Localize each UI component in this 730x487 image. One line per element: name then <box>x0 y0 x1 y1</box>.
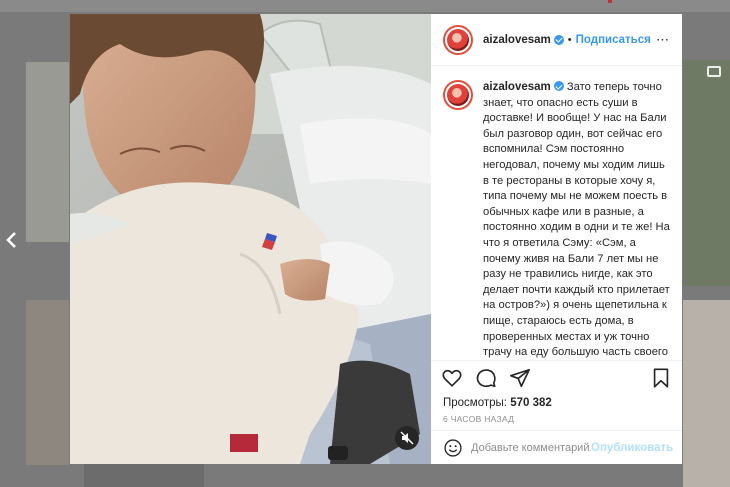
feed-thumbnail[interactable] <box>683 300 730 487</box>
comment-form: Опубликовать <box>431 430 682 464</box>
paper-plane-icon[interactable] <box>509 367 531 389</box>
username-link[interactable]: aizalovesam <box>483 34 551 46</box>
chevron-left-icon[interactable] <box>4 231 18 249</box>
post-modal: aizalovesam • Подписаться ⋯ aizalovesam … <box>70 14 682 464</box>
background-header <box>0 0 730 12</box>
caption-text: Зато теперь точно знает, что опасно есть… <box>483 81 670 359</box>
notification-marker <box>608 0 612 3</box>
post-video[interactable] <box>70 14 431 464</box>
post-panel: aizalovesam • Подписаться ⋯ aizalovesam … <box>431 14 682 464</box>
video-camera-icon <box>707 66 721 77</box>
post-timestamp[interactable]: 6 ЧАСОВ НАЗАД <box>431 412 682 430</box>
verified-badge-icon <box>553 81 564 91</box>
feed-thumbnail[interactable] <box>84 463 204 487</box>
post-header: aizalovesam • Подписаться ⋯ <box>431 14 682 66</box>
views-label: Просмотры: <box>443 397 507 409</box>
mute-button[interactable] <box>395 426 419 450</box>
separator-dot: • <box>567 33 572 46</box>
caption-username-link[interactable]: aizalovesam <box>483 81 551 93</box>
action-bar <box>431 360 682 394</box>
comment-icon[interactable] <box>475 367 497 389</box>
feed-thumbnail[interactable] <box>26 62 69 242</box>
feed-thumbnail[interactable] <box>26 300 69 465</box>
smiley-icon[interactable] <box>443 438 463 458</box>
views-counter[interactable]: Просмотры: 570 382 <box>431 394 682 412</box>
caption-area: aizalovesam Зато теперь точно знает, что… <box>431 66 682 360</box>
speaker-muted-icon <box>400 431 414 445</box>
publish-button[interactable]: Опубликовать <box>591 442 673 454</box>
more-options-icon[interactable]: ⋯ <box>656 32 670 48</box>
views-count: 570 382 <box>510 397 552 409</box>
video-frame <box>70 14 431 464</box>
verified-badge-icon <box>553 34 564 45</box>
follow-button[interactable]: Подписаться <box>576 34 651 46</box>
bookmark-icon[interactable] <box>650 367 672 389</box>
heart-icon[interactable] <box>441 367 463 389</box>
avatar[interactable] <box>443 80 473 110</box>
avatar[interactable] <box>443 24 473 55</box>
caption: aizalovesam Зато теперь точно знает, что… <box>483 80 670 360</box>
comment-input[interactable] <box>471 441 591 454</box>
feed-thumbnail[interactable] <box>683 60 730 286</box>
